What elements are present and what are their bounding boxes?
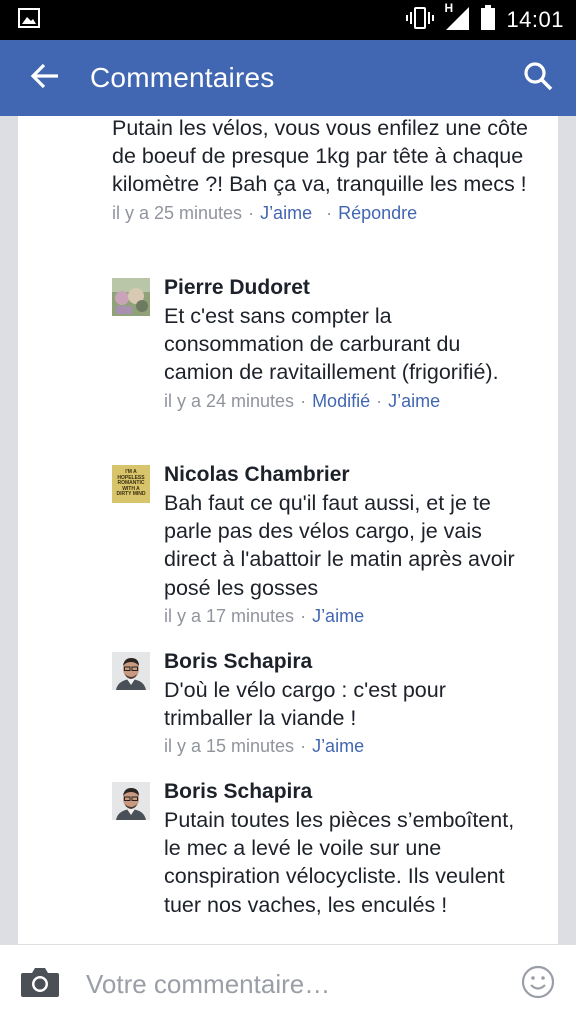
reply-body: Boris Schapira D'où le vélo cargo : c'es…: [164, 648, 524, 757]
avatar[interactable]: I'M A HOPELESS ROMANTIC WITH A DIRTY MIN…: [112, 465, 150, 503]
comment-meta: il y a 25 minutes · J’aime · Répondre: [112, 202, 418, 223]
parent-comment: Putain les vélos, vous vous enfilez une …: [112, 116, 542, 224]
arrow-left-icon: [30, 63, 60, 94]
author-name[interactable]: Pierre Dudoret: [164, 274, 524, 302]
author-name[interactable]: Boris Schapira: [164, 648, 524, 676]
emoji-button[interactable]: [500, 945, 576, 1024]
status-icons: H 14:01: [406, 1, 564, 36]
image-icon: [18, 7, 40, 33]
author-name[interactable]: Nicolas Chambrier: [164, 461, 524, 489]
avatar[interactable]: [112, 652, 150, 690]
search-button[interactable]: [500, 40, 576, 116]
like-button[interactable]: J’aime: [260, 203, 312, 223]
status-bar: H 14:01: [0, 0, 576, 40]
comment-text: Et c'est sans compter la consommation de…: [164, 304, 499, 385]
avatar[interactable]: [112, 782, 150, 820]
clock: 14:01: [506, 7, 564, 32]
comment-time: il y a 17 minutes: [164, 605, 295, 626]
camera-button[interactable]: [0, 945, 80, 1024]
reply-body: Nicolas Chambrier Bah faut ce qu'il faut…: [164, 461, 524, 627]
camera-icon: [20, 966, 60, 1003]
reply-body: Pierre Dudoret Et c'est sans compter la …: [164, 274, 524, 412]
search-icon: [523, 61, 553, 96]
comment-input[interactable]: [80, 954, 500, 1015]
comment-meta: il y a 15 minutes · J’aime: [164, 736, 365, 757]
signal-icon: H: [444, 1, 470, 36]
edited-label[interactable]: Modifié: [312, 391, 370, 411]
comment-composer: [0, 944, 576, 1024]
comment-meta: il y a 17 minutes · J’aime: [164, 605, 365, 626]
comment-meta: il y a 24 minutes · Modifié · J’aime: [164, 390, 441, 411]
comment-time: il y a 15 minutes: [164, 736, 295, 757]
avatar[interactable]: [112, 278, 150, 316]
comment-time: il y a 25 minutes: [112, 202, 243, 223]
vibrate-icon: [406, 6, 435, 34]
back-button[interactable]: [0, 40, 90, 116]
comment-text: Putain les vélos, vous vous enfilez une …: [112, 116, 528, 197]
comment-text: Bah faut ce qu'il faut aussi, et je te p…: [164, 491, 515, 600]
reply-body: Boris Schapira Putain toutes les pièces …: [164, 778, 524, 919]
comment-text: Putain toutes les pièces s’emboîtent, le…: [164, 808, 515, 917]
comment-card: Putain les vélos, vous vous enfilez une …: [18, 116, 558, 944]
comments-list[interactable]: Putain les vélos, vous vous enfilez une …: [0, 116, 576, 944]
battery-icon: [480, 4, 496, 36]
avatar-poster-text: I'M A HOPELESS ROMANTIC WITH A DIRTY MIN…: [116, 469, 146, 498]
like-button[interactable]: J’aime: [312, 606, 364, 626]
comment-text: D'où le vélo cargo : c'est pour trimball…: [164, 678, 446, 731]
network-type-label: H: [444, 0, 454, 15]
app-bar: Commentaires: [0, 40, 576, 116]
like-button[interactable]: J’aime: [312, 736, 364, 756]
author-name[interactable]: Boris Schapira: [164, 778, 524, 806]
comment-time: il y a 24 minutes: [164, 390, 295, 411]
smiley-icon: [521, 965, 555, 1004]
reply-button[interactable]: Répondre: [338, 203, 417, 223]
like-button[interactable]: J’aime: [388, 391, 440, 411]
page-title: Commentaires: [90, 62, 275, 93]
